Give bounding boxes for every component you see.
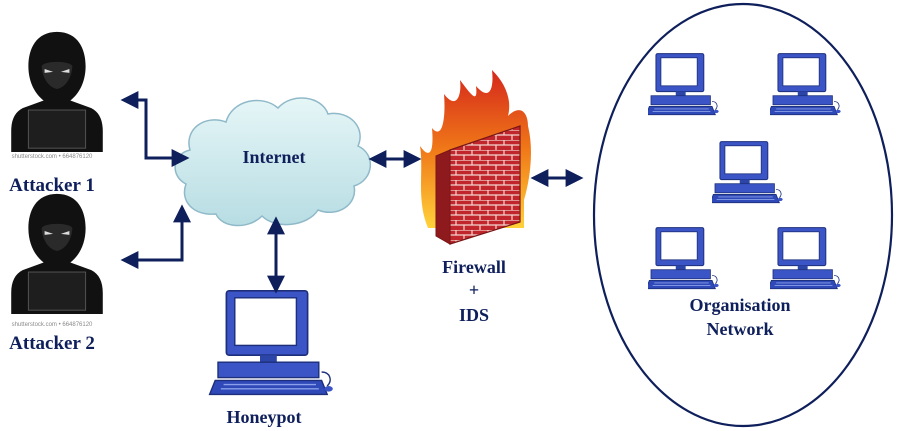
watermark: shutterstock.com • 664876120: [12, 322, 93, 328]
attacker-1-group: shutterstock.com • 664876120 Attacker 1: [9, 31, 104, 196]
computer-icon: [770, 53, 842, 116]
organisation-network: Organisation Network: [592, 2, 894, 428]
network-boundary: [592, 2, 894, 428]
internet-label: Internet: [243, 147, 306, 167]
internet-cloud: Internet: [174, 97, 372, 227]
firewall-label: Firewall: [442, 257, 506, 277]
network-diagram: shutterstock.com • 664876120 Attacker 1 …: [9, 2, 894, 428]
computer-icon: [712, 141, 784, 204]
attacker-1-label: Attacker 1: [9, 175, 95, 196]
plus-label: +: [469, 280, 479, 300]
computer-icon: [648, 227, 720, 290]
arrow-attacker2-internet: [120, 204, 191, 269]
computer-icon: [208, 289, 334, 396]
computer-icon: [648, 53, 720, 116]
ids-label: IDS: [459, 305, 489, 325]
firewall-group: Firewall + IDS: [420, 70, 531, 325]
hacker-icon: [10, 31, 104, 152]
watermark: shutterstock.com • 664876120: [12, 154, 93, 160]
honeypot-group: Honeypot: [208, 289, 334, 427]
arrow-attacker1-internet: [120, 91, 190, 167]
computer-icon: [770, 227, 842, 290]
honeypot-label: Honeypot: [226, 407, 301, 427]
network-label: Network: [707, 319, 774, 339]
attacker-2-label: Attacker 2: [9, 333, 95, 354]
hacker-icon: [10, 193, 104, 314]
attacker-2-group: shutterstock.com • 664876120 Attacker 2: [9, 193, 104, 354]
organisation-label: Organisation: [689, 295, 790, 315]
